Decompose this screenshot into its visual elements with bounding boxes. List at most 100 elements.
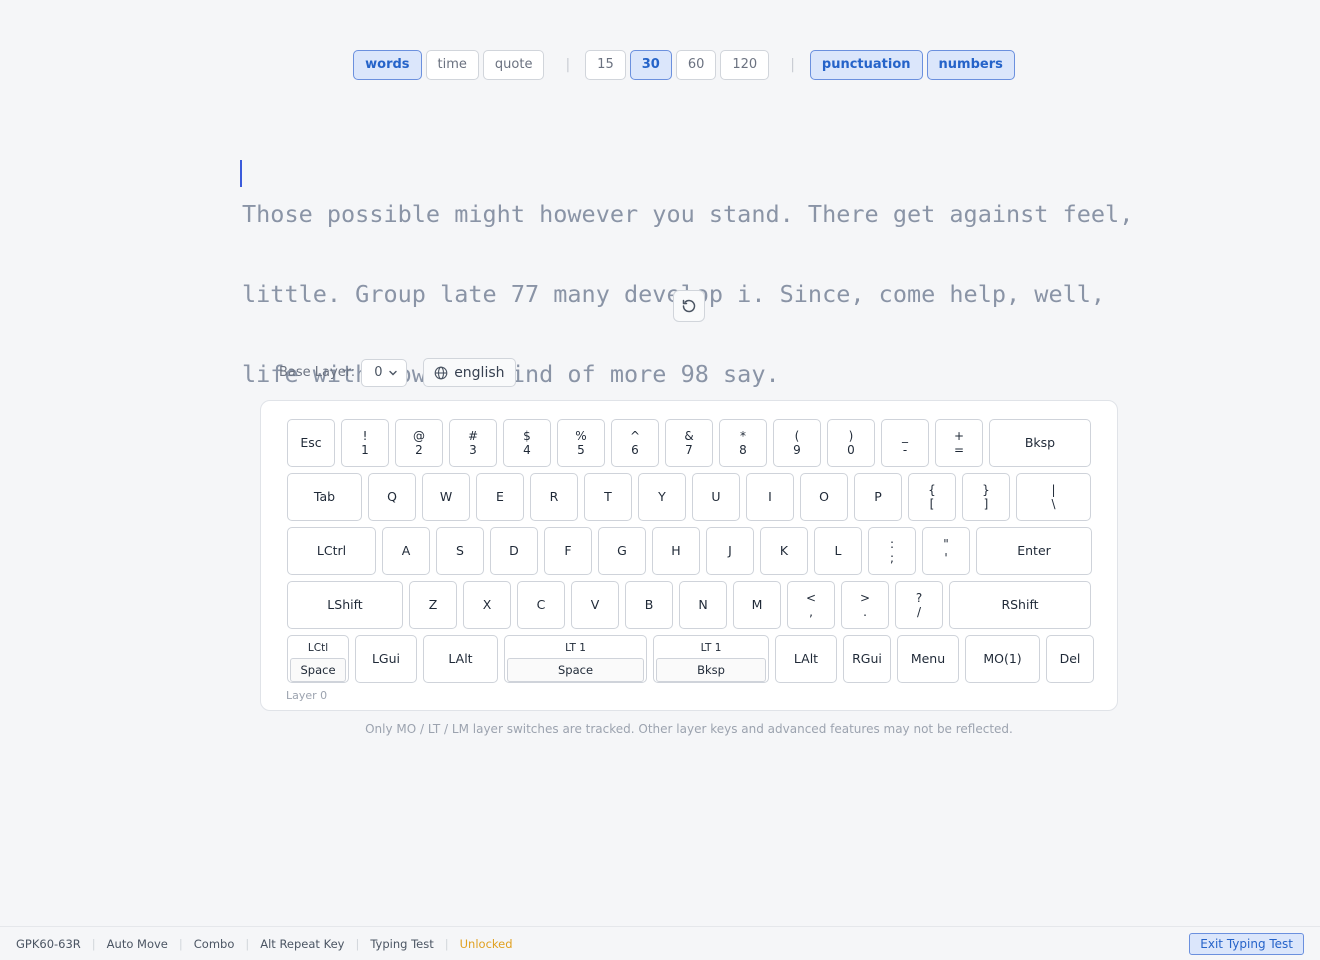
key-symbol[interactable]: " ' bbox=[922, 527, 970, 575]
key-y[interactable]: Y bbox=[638, 473, 686, 521]
key-label: I bbox=[768, 489, 772, 504]
key-k[interactable]: K bbox=[760, 527, 808, 575]
key-z[interactable]: Z bbox=[409, 581, 457, 629]
key-symbol[interactable]: ? / bbox=[895, 581, 943, 629]
key-symbol[interactable]: #3 bbox=[449, 419, 497, 467]
key-symbol[interactable]: >. bbox=[841, 581, 889, 629]
key-symbol[interactable]: _ - bbox=[881, 419, 929, 467]
chevron-down-icon bbox=[389, 370, 397, 375]
count-60-button[interactable]: 60 bbox=[675, 50, 717, 80]
key-r[interactable]: R bbox=[530, 473, 578, 521]
key-g[interactable]: G bbox=[598, 527, 646, 575]
key-esc[interactable]: Esc bbox=[287, 419, 335, 467]
key-i[interactable]: I bbox=[746, 473, 794, 521]
key-shift-label: $ bbox=[523, 429, 531, 443]
exit-typing-test-button[interactable]: Exit Typing Test bbox=[1189, 933, 1304, 955]
key-label: M bbox=[751, 597, 763, 612]
numbers-toggle[interactable]: numbers bbox=[926, 50, 1015, 80]
key-f[interactable]: F bbox=[544, 527, 592, 575]
key-w[interactable]: W bbox=[422, 473, 470, 521]
key-symbol[interactable]: * 8 bbox=[719, 419, 767, 467]
count-120-button[interactable]: 120 bbox=[720, 50, 770, 80]
key-c[interactable]: C bbox=[517, 581, 565, 629]
count-15-button[interactable]: 15 bbox=[585, 50, 626, 80]
key-symbol[interactable]: ^ 6 bbox=[611, 419, 659, 467]
language-button[interactable]: english bbox=[423, 358, 516, 387]
key-symbol[interactable]: $4 bbox=[503, 419, 551, 467]
key-shift-label: @ bbox=[413, 429, 425, 443]
status-combo[interactable]: Combo bbox=[194, 937, 235, 951]
key-menu[interactable]: Menu bbox=[897, 635, 959, 683]
separator: | bbox=[565, 57, 571, 73]
key-lgui[interactable]: LGui bbox=[355, 635, 417, 683]
key-h[interactable]: H bbox=[652, 527, 700, 575]
key-v[interactable]: V bbox=[571, 581, 619, 629]
key-b[interactable]: B bbox=[625, 581, 673, 629]
key-base-label: 5 bbox=[577, 443, 585, 457]
key-label: Esc bbox=[300, 435, 322, 450]
key-x[interactable]: X bbox=[463, 581, 511, 629]
key-symbol[interactable]: ! 1 bbox=[341, 419, 389, 467]
key-rgui[interactable]: RGui bbox=[843, 635, 891, 683]
key-symbol[interactable]: @2 bbox=[395, 419, 443, 467]
key-label: F bbox=[564, 543, 572, 558]
key-lctl-space[interactable]: LCtl Space bbox=[287, 635, 349, 683]
keyboard-layout: Layer 0 Esc ! 1 @2 #3 $4% 5 ^ 6 & 7 * 8(9) 0 _ - + = Bksp T… bbox=[260, 400, 1118, 711]
key-j[interactable]: J bbox=[706, 527, 754, 575]
separator: | bbox=[91, 936, 96, 951]
key-e[interactable]: E bbox=[476, 473, 524, 521]
mode-words-button[interactable]: words bbox=[353, 50, 422, 80]
key-d[interactable]: D bbox=[490, 527, 538, 575]
key-symbol[interactable]: % 5 bbox=[557, 419, 605, 467]
key-tab[interactable]: Tab bbox=[287, 473, 362, 521]
key-bksp[interactable]: Bksp bbox=[989, 419, 1091, 467]
key-t[interactable]: T bbox=[584, 473, 632, 521]
key-m[interactable]: M bbox=[733, 581, 781, 629]
key-rshift[interactable]: RShift bbox=[949, 581, 1091, 629]
key-lshift[interactable]: LShift bbox=[287, 581, 403, 629]
key-shift-label: ^ bbox=[629, 429, 641, 443]
key-label: A bbox=[401, 543, 411, 558]
key-mo1[interactable]: MO(1) bbox=[965, 635, 1040, 683]
status-device[interactable]: GPK60-63R bbox=[16, 937, 81, 951]
key-o[interactable]: O bbox=[800, 473, 848, 521]
key-label: E bbox=[496, 489, 504, 504]
base-layer-select[interactable]: 0 bbox=[361, 358, 408, 387]
key-base-label: 3 bbox=[469, 443, 477, 457]
key-n[interactable]: N bbox=[679, 581, 727, 629]
key-lt1-bksp[interactable]: LT 1 Bksp bbox=[653, 635, 769, 683]
key-symbol[interactable]: ) 0 bbox=[827, 419, 875, 467]
status-auto-move[interactable]: Auto Move bbox=[107, 937, 168, 951]
key-symbol[interactable]: & 7 bbox=[665, 419, 713, 467]
punctuation-toggle[interactable]: punctuation bbox=[809, 50, 923, 80]
key-enter[interactable]: Enter bbox=[976, 527, 1092, 575]
mode-quote-button[interactable]: quote bbox=[482, 50, 545, 80]
key-del[interactable]: Del bbox=[1046, 635, 1094, 683]
key-symbol[interactable]: }] bbox=[962, 473, 1010, 521]
key-backslash[interactable]: | \ bbox=[1016, 473, 1091, 521]
restart-button[interactable] bbox=[673, 290, 705, 322]
key-lctrl[interactable]: LCtrl bbox=[287, 527, 376, 575]
key-symbol[interactable]: {[ bbox=[908, 473, 956, 521]
key-l[interactable]: L bbox=[814, 527, 862, 575]
mode-time-button[interactable]: time bbox=[425, 50, 479, 80]
key-s[interactable]: S bbox=[436, 527, 484, 575]
key-u[interactable]: U bbox=[692, 473, 740, 521]
key-symbol[interactable]: :; bbox=[868, 527, 916, 575]
status-alt-repeat-key[interactable]: Alt Repeat Key bbox=[260, 937, 344, 951]
key-q[interactable]: Q bbox=[368, 473, 416, 521]
key-lalt[interactable]: LAlt bbox=[423, 635, 498, 683]
key-symbol[interactable]: <, bbox=[787, 581, 835, 629]
key-p[interactable]: P bbox=[854, 473, 902, 521]
count-30-button[interactable]: 30 bbox=[629, 50, 672, 80]
key-lt1-space[interactable]: LT 1 Space bbox=[504, 635, 647, 683]
status-typing-test[interactable]: Typing Test bbox=[370, 937, 433, 951]
key-symbol[interactable]: + = bbox=[935, 419, 983, 467]
key-lalt[interactable]: LAlt bbox=[775, 635, 837, 683]
key-label: X bbox=[482, 597, 492, 612]
key-label: O bbox=[819, 489, 829, 504]
key-a[interactable]: A bbox=[382, 527, 430, 575]
key-symbol[interactable]: (9 bbox=[773, 419, 821, 467]
key-label: U bbox=[711, 489, 721, 504]
layer-label: Layer 0 bbox=[286, 689, 328, 702]
